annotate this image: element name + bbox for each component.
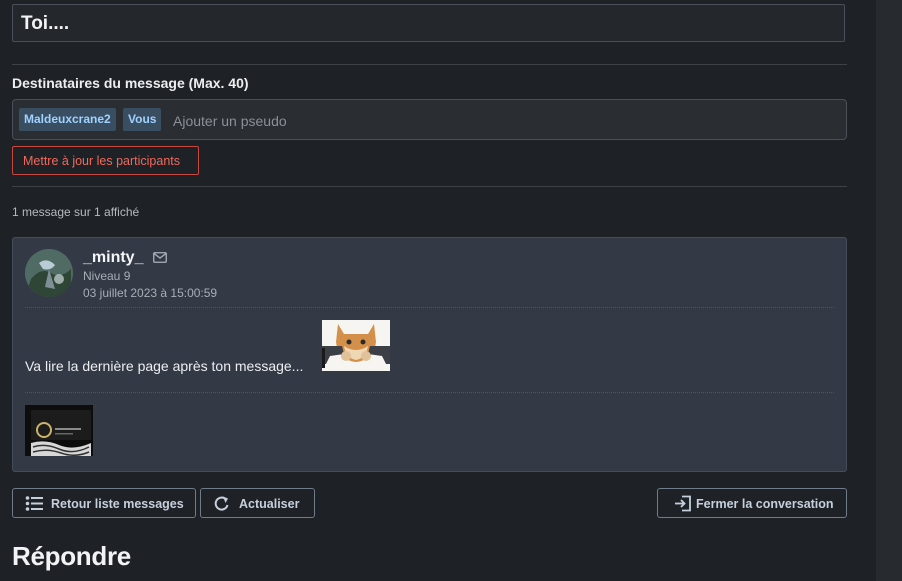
attached-image[interactable] [25,405,93,456]
message-date: 03 juillet 2023 à 15:00:59 [83,286,218,300]
attached-image-graphic [25,405,93,456]
recipients-field[interactable]: Maldeuxcrane2 Vous [12,99,847,140]
list-icon [25,496,43,511]
recipients-label: Destinataires du message (Max. 40) [12,75,249,91]
refresh-icon [214,496,229,511]
cat-sticker-graphic [322,320,390,371]
message-count: 1 message sur 1 affiché [12,205,140,219]
exit-door-icon [675,495,691,512]
divider [25,392,834,393]
close-conversation-button[interactable]: Fermer la conversation [657,488,847,518]
envelope-icon[interactable] [153,252,167,263]
refresh-button[interactable]: Actualiser [200,488,315,518]
reply-heading: Répondre [12,541,131,571]
add-recipient-input[interactable] [171,108,575,133]
back-to-messages-label: Retour liste messages [51,497,184,511]
message-card: _minty_ Niveau 9 03 juillet 2023 à 15:00… [12,237,847,472]
message-author[interactable]: _minty_ [83,249,143,267]
recipient-tag[interactable]: Vous [123,108,162,131]
divider [25,307,834,308]
author-level: Niveau 9 [83,269,131,283]
avatar[interactable] [25,249,73,297]
scrollbar-gutter [876,0,902,581]
close-conversation-label: Fermer la conversation [696,497,834,511]
cat-sticker-image[interactable] [322,320,390,371]
divider [12,64,847,65]
subject-field[interactable]: Toi.... [12,4,845,42]
divider [12,186,847,187]
refresh-label: Actualiser [239,497,300,511]
recipient-tag[interactable]: Maldeuxcrane2 [19,108,116,131]
message-text: Va lire la dernière page après ton messa… [25,358,304,374]
back-to-messages-button[interactable]: Retour liste messages [12,488,196,518]
avatar-image [25,249,73,297]
update-participants-button[interactable]: Mettre à jour les participants [12,146,199,175]
